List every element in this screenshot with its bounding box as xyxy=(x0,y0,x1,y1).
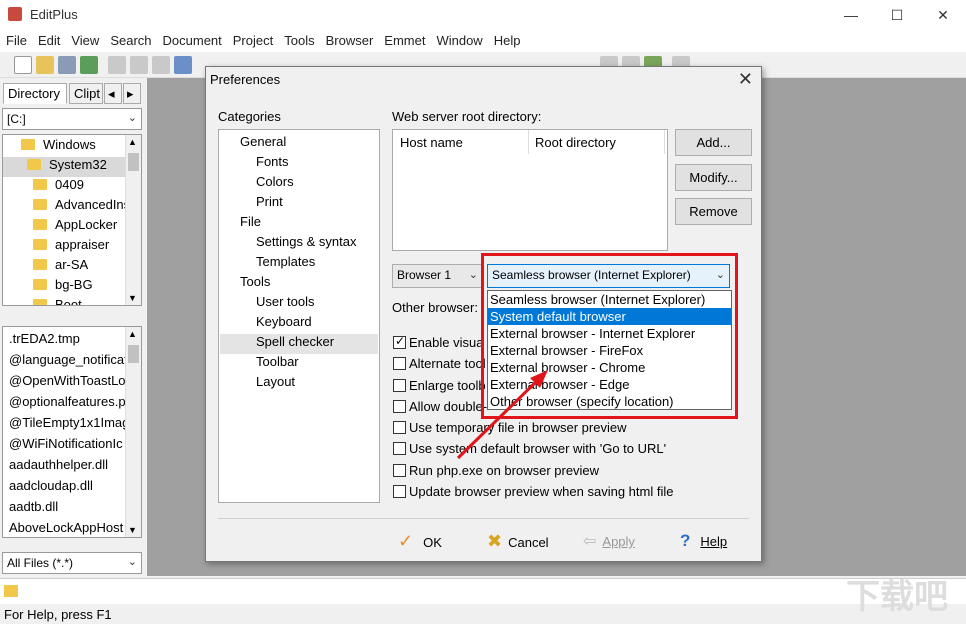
annotation-arrow xyxy=(456,370,548,460)
arrow-shaft xyxy=(456,376,542,460)
watermark-logo: 下载吧 xyxy=(846,577,948,617)
